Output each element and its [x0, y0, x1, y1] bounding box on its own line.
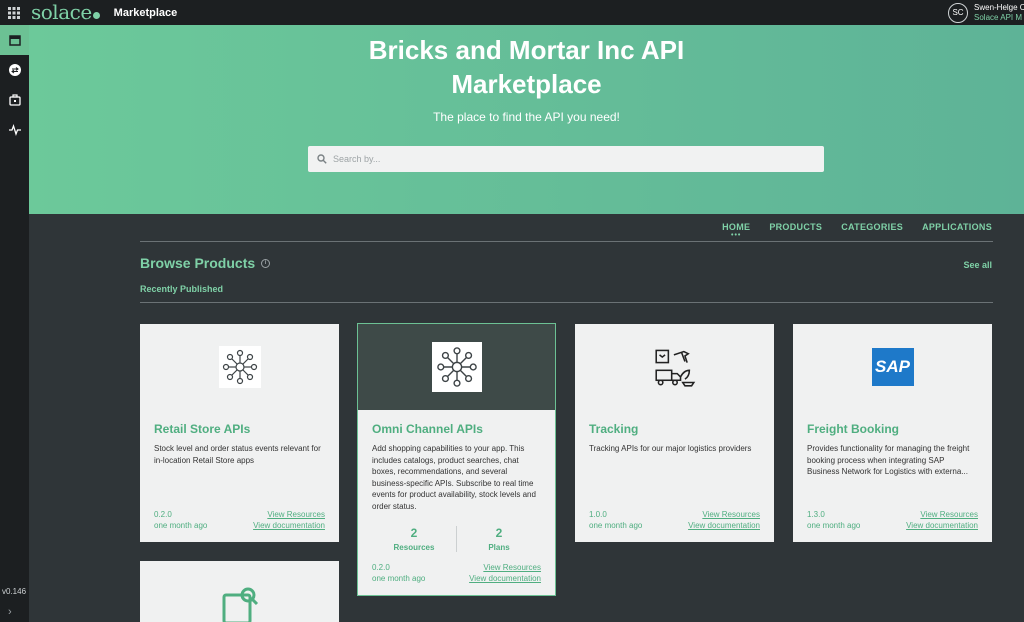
- briefcase-icon: [8, 94, 21, 106]
- view-resources-link[interactable]: View Resources: [253, 509, 325, 520]
- view-documentation-link[interactable]: View documentation: [688, 520, 760, 531]
- network-hub-icon: [218, 346, 261, 388]
- see-all-link[interactable]: See all: [963, 260, 992, 270]
- sidebar-item-activity[interactable]: [0, 115, 29, 145]
- recently-published-label: Recently Published: [140, 284, 224, 294]
- card-title[interactable]: Freight Booking: [793, 410, 992, 436]
- section-title: Browse Products i: [140, 255, 271, 271]
- card-description: Tracking APIs for our major logistics pr…: [589, 444, 752, 453]
- tab-products[interactable]: PRODUCTS: [769, 222, 822, 232]
- product-card-tracking[interactable]: Tracking Tracking APIs for our major log…: [575, 324, 774, 542]
- card-title[interactable]: Omni Channel APIs: [358, 410, 555, 436]
- view-resources-link[interactable]: View Resources: [906, 509, 978, 520]
- logistics-icon: [654, 346, 696, 388]
- main-nav: HOME ••• PRODUCTS CATEGORIES APPLICATION…: [722, 222, 992, 239]
- plans-count: 2: [495, 526, 503, 540]
- card-stats: 2 Resources 2 Plans: [372, 526, 541, 552]
- divider: [140, 302, 993, 303]
- chevron-right-icon[interactable]: ›: [8, 606, 12, 618]
- app-title: Marketplace: [113, 6, 178, 19]
- card-description: Stock level and order status events rele…: [154, 444, 321, 465]
- view-resources-link[interactable]: View Resources: [469, 562, 541, 573]
- search-bar[interactable]: [308, 146, 824, 172]
- version-label: v0.146: [2, 587, 27, 596]
- view-documentation-link[interactable]: View documentation: [906, 520, 978, 531]
- card-published: one month ago: [372, 574, 426, 583]
- tab-applications[interactable]: APPLICATIONS: [922, 222, 992, 232]
- avatar[interactable]: SC: [948, 2, 968, 23]
- sidebar-item-apis[interactable]: [0, 55, 29, 85]
- card-version: 0.2.0: [154, 510, 172, 519]
- user-role: Solace API M: [974, 12, 1023, 22]
- top-bar: solace Marketplace SC Swen-Helge C Solac…: [0, 0, 1024, 25]
- card-version: 1.0.0: [589, 510, 607, 519]
- network-hub-icon: [431, 342, 482, 392]
- resources-label: Resources: [393, 543, 435, 552]
- card-published: one month ago: [154, 521, 208, 530]
- plans-label: Plans: [488, 543, 510, 552]
- card-version: 0.2.0: [372, 563, 390, 572]
- tab-home[interactable]: HOME •••: [722, 222, 750, 239]
- card-title[interactable]: Tracking: [575, 410, 774, 436]
- active-indicator: •••: [731, 232, 742, 239]
- user-menu[interactable]: SC Swen-Helge C Solace API M: [948, 0, 1024, 25]
- solace-logo[interactable]: solace: [31, 0, 100, 25]
- view-documentation-link[interactable]: View documentation: [253, 520, 325, 531]
- resources-count: 2: [410, 526, 418, 540]
- user-name: Swen-Helge C: [974, 2, 1024, 12]
- hero-subtitle: The place to find the API you need!: [433, 110, 620, 124]
- view-documentation-link[interactable]: View documentation: [469, 573, 541, 584]
- api-exchange-icon: [8, 64, 21, 76]
- card-title[interactable]: Retail Store APIs: [140, 410, 339, 436]
- pulse-icon: [8, 123, 21, 137]
- storefront-icon: [8, 35, 21, 46]
- tab-categories[interactable]: CATEGORIES: [841, 222, 903, 232]
- card-version: 1.3.0: [807, 510, 825, 519]
- view-resources-link[interactable]: View Resources: [688, 509, 760, 520]
- sidebar: v0.146 ›: [0, 25, 29, 622]
- sap-logo: SAP: [871, 348, 914, 386]
- sidebar-item-applications[interactable]: [0, 85, 29, 115]
- image-search-icon: [222, 587, 258, 622]
- search-input[interactable]: [333, 154, 813, 164]
- card-published: one month ago: [589, 521, 643, 530]
- divider: [140, 241, 993, 242]
- card-description: Add shopping capabilities to your app. T…: [372, 444, 536, 511]
- hero-banner: Bricks and Mortar Inc API Marketplace Th…: [29, 25, 1024, 214]
- app-grid-icon[interactable]: [0, 0, 28, 25]
- card-published: one month ago: [807, 521, 861, 530]
- search-icon: [317, 154, 327, 164]
- sidebar-item-marketplace[interactable]: [0, 25, 29, 55]
- card-description: Provides functionality for managing the …: [807, 444, 970, 476]
- product-card-retail-store[interactable]: Retail Store APIs Stock level and order …: [140, 324, 339, 542]
- page-title: Bricks and Mortar Inc API Marketplace: [368, 35, 685, 99]
- product-card-placeholder[interactable]: [140, 561, 339, 622]
- product-card-omni-channel[interactable]: Omni Channel APIs Add shopping capabilit…: [357, 323, 556, 596]
- info-icon[interactable]: i: [261, 258, 271, 268]
- product-card-freight-booking[interactable]: SAP Freight Booking Provides functionali…: [793, 324, 992, 542]
